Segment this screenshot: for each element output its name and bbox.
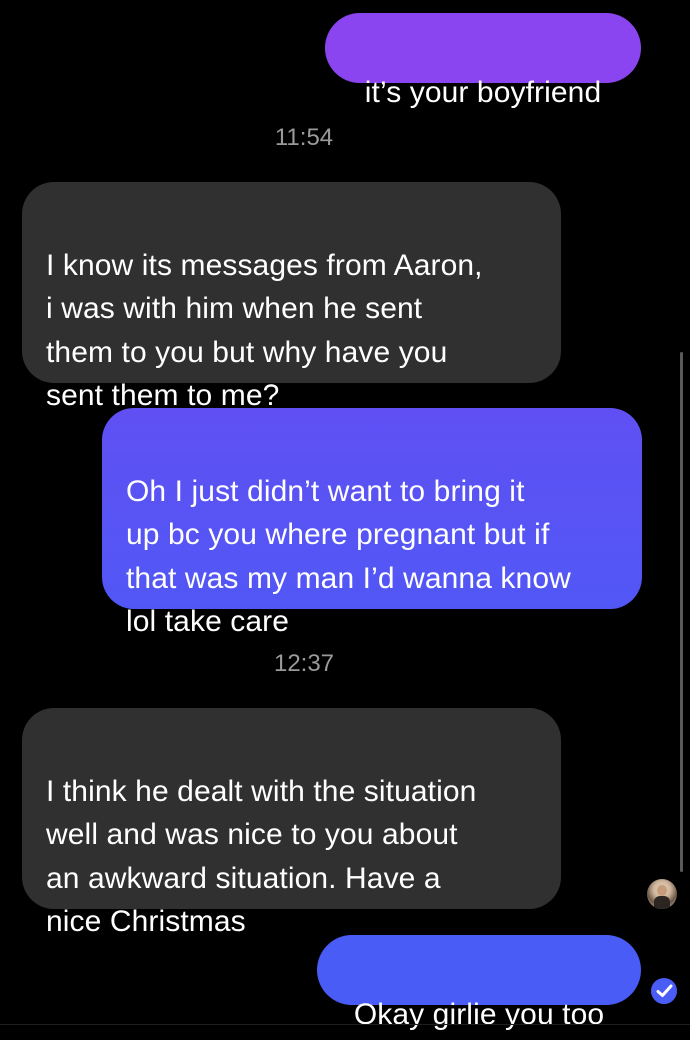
message-timestamp: 11:54 — [274, 124, 334, 151]
avatar-body — [654, 896, 670, 909]
scrollbar[interactable] — [680, 352, 683, 872]
outgoing-message-bubble[interactable]: it’s your boyfriend — [325, 13, 641, 109]
incoming-message-bubble[interactable]: I know its messages from Aaron, i was wi… — [22, 182, 561, 412]
avatar-head — [657, 885, 667, 896]
checkmark-icon — [649, 976, 679, 1006]
outgoing-message-bubble[interactable]: Oh I just didn’t want to bring it up bc … — [102, 408, 642, 638]
checkmark-glyph — [656, 984, 673, 997]
message-text: Oh I just didn’t want to bring it up bc … — [126, 474, 571, 639]
message-text: it’s your boyfriend — [364, 75, 602, 109]
outgoing-message-bubble[interactable]: Okay girlie you too — [317, 935, 641, 1031]
composer-divider — [0, 1024, 690, 1025]
contact-avatar-icon — [647, 879, 677, 909]
message-text: Okay girlie you too — [353, 997, 605, 1031]
message-text: I know its messages from Aaron, i was wi… — [46, 248, 483, 413]
incoming-message-bubble[interactable]: I think he dealt with the situation well… — [22, 708, 561, 938]
message-timestamp: 12:37 — [273, 650, 335, 677]
message-text: I think he dealt with the situation well… — [46, 774, 477, 939]
